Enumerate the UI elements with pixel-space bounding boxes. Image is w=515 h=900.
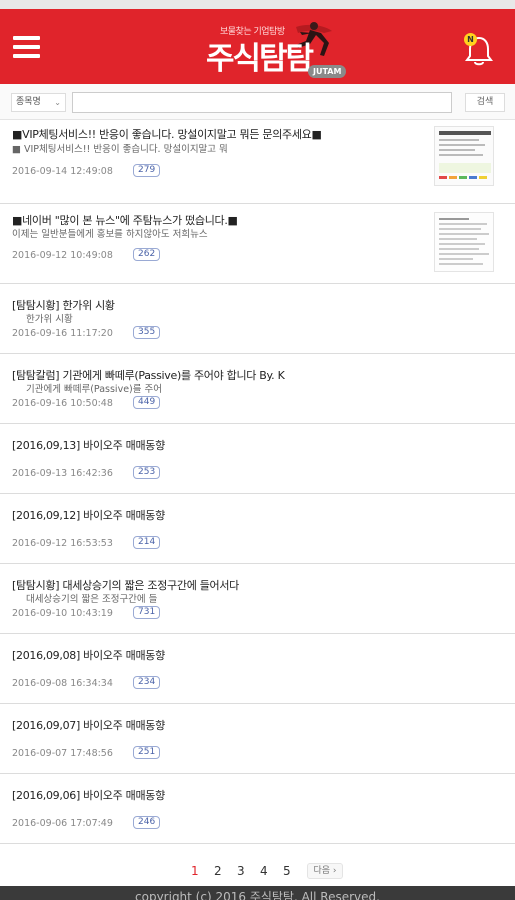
footer: copyright (c) 2016 주식탐탐. All Reserved. (0, 886, 515, 900)
list-item[interactable]: ■네이버 "많이 본 뉴스"에 주탐뉴스가 떴습니다.■ 이제는 일반분들에게 … (0, 204, 515, 284)
list-item[interactable]: [2016,09,13] 바이오주 매매동향 2016-09-13 16:42:… (0, 424, 515, 494)
view-count-badge: 214 (133, 536, 161, 549)
item-date: 2016-09-16 10:50:48 (12, 398, 113, 409)
list-item[interactable]: [탐탐시황] 대세상승기의 짧은 조정구간에 들어서다 대세상승기의 짧은 조정… (0, 564, 515, 634)
view-count-badge: 731 (133, 606, 161, 619)
search-button[interactable]: 검색 (465, 93, 505, 112)
view-count-badge: 251 (133, 746, 161, 759)
item-summary: 대세상승기의 짧은 조정구간에 들 (26, 594, 158, 605)
view-count-badge: 234 (133, 676, 161, 689)
page-link-1[interactable]: 1 (191, 864, 199, 878)
item-date: 2016-09-14 12:49:08 (12, 166, 113, 177)
logo-badge: JUTAM (308, 65, 347, 78)
pagination: 1 2 3 4 5 다음 › (0, 860, 515, 884)
list-item[interactable]: [탐탐시황] 한가위 시황 한가위 시황 2016-09-16 11:17:20… (0, 284, 515, 354)
view-count-badge: 279 (133, 164, 161, 177)
app-header: 보물찾는 기업탐방 주식탐탐 JUTAM N (0, 9, 515, 84)
item-title: [2016,09,13] 바이오주 매매동향 (12, 439, 165, 452)
list-item[interactable]: [2016,09,07] 바이오주 매매동향 2016-09-07 17:48:… (0, 704, 515, 774)
search-bar: 종목명 ⌄ 검색 (0, 84, 515, 120)
list-item[interactable]: [탐탐칼럼] 기관에게 빠떼루(Passive)를 주어야 합니다 By. K … (0, 354, 515, 424)
item-date: 2016-09-08 16:34:34 (12, 678, 113, 689)
copyright-text: copyright (c) 2016 주식탐탐. All Reserved. (135, 890, 380, 900)
item-summary: 이제는 일반분들에게 홍보를 하지않아도 저희뉴스 (12, 229, 208, 240)
post-list: ■VIP체팅서비스!! 반응이 좋습니다. 망설이지말고 뭐든 문의주세요■ ■… (0, 120, 515, 844)
list-item[interactable]: [2016,09,06] 바이오주 매매동향 2016-09-06 17:07:… (0, 774, 515, 844)
item-date: 2016-09-10 10:43:19 (12, 608, 113, 619)
view-count-badge: 253 (133, 466, 161, 479)
list-item[interactable]: [2016,09,12] 바이오주 매매동향 2016-09-12 16:53:… (0, 494, 515, 564)
view-count-badge: 262 (133, 248, 161, 261)
page-link-3[interactable]: 3 (237, 864, 245, 878)
item-summary: 기관에게 빠떼루(Passive)를 주어 (26, 384, 162, 395)
item-date: 2016-09-07 17:48:56 (12, 748, 113, 759)
item-date: 2016-09-12 16:53:53 (12, 538, 113, 549)
item-date: 2016-09-12 10:49:08 (12, 250, 113, 261)
view-count-badge: 355 (133, 326, 161, 339)
page-link-5[interactable]: 5 (283, 864, 291, 878)
chevron-down-icon: ⌄ (54, 98, 61, 107)
view-count-badge: 246 (133, 816, 161, 829)
list-item[interactable]: [2016,09,08] 바이오주 매매동향 2016-09-08 16:34:… (0, 634, 515, 704)
item-title: [2016,09,08] 바이오주 매매동향 (12, 649, 165, 662)
site-logo[interactable]: 보물찾는 기업탐방 주식탐탐 JUTAM (200, 21, 355, 79)
hamburger-menu-icon[interactable] (13, 36, 40, 58)
page-link-4[interactable]: 4 (260, 864, 268, 878)
logo-text: 주식탐탐 (206, 41, 314, 77)
item-summary: ■ VIP체팅서비스!! 반응이 좋습니다. 망설이지말고 뭐 (12, 144, 228, 155)
status-strip (0, 0, 515, 9)
item-title: [2016,09,12] 바이오주 매매동향 (12, 509, 165, 522)
thumbnail-image (434, 212, 494, 272)
search-select-value: 종목명 (16, 97, 41, 107)
page-link-2[interactable]: 2 (214, 864, 222, 878)
list-item[interactable]: ■VIP체팅서비스!! 반응이 좋습니다. 망설이지말고 뭐든 문의주세요■ ■… (0, 120, 515, 204)
notification-button[interactable]: N (464, 33, 494, 67)
notification-badge: N (464, 33, 477, 46)
item-date: 2016-09-16 11:17:20 (12, 328, 113, 339)
item-title: [2016,09,06] 바이오주 매매동향 (12, 789, 165, 802)
next-page-button[interactable]: 다음 › (307, 863, 343, 879)
item-summary: 한가위 시황 (26, 314, 73, 325)
thumbnail-image (434, 126, 494, 186)
item-date: 2016-09-13 16:42:36 (12, 468, 113, 479)
search-input[interactable] (72, 92, 452, 113)
item-title: ■VIP체팅서비스!! 반응이 좋습니다. 망설이지말고 뭐든 문의주세요■ (12, 128, 322, 141)
item-date: 2016-09-06 17:07:49 (12, 818, 113, 829)
view-count-badge: 449 (133, 396, 161, 409)
search-field-select[interactable]: 종목명 ⌄ (11, 93, 66, 112)
item-title: [2016,09,07] 바이오주 매매동향 (12, 719, 165, 732)
